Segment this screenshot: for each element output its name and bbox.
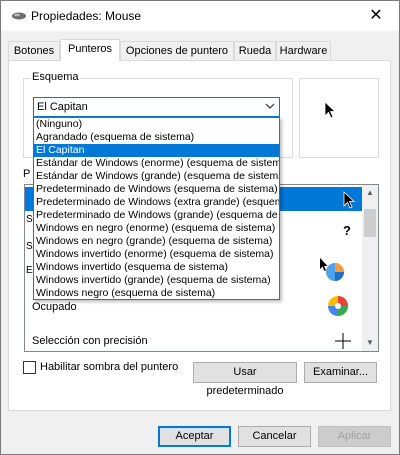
scheme-option[interactable]: Estándar de Windows (grande) (esquema de… [34, 170, 279, 183]
arrow-cursor-icon [343, 191, 356, 212]
scheme-dropdown-list[interactable]: (Ninguno) Agrandado (esquema de sistema)… [33, 117, 280, 300]
title-bar: Propiedades: Mouse ✕ [1, 1, 399, 31]
list-item-label: Ocupado [32, 301, 77, 313]
scheme-option[interactable]: Agrandado (esquema de sistema) [34, 131, 279, 144]
cursor-preview [299, 78, 379, 158]
scheme-option[interactable]: (Ninguno) [34, 118, 279, 131]
busy-cursor-icon [327, 295, 349, 320]
tab-wheel[interactable]: Rueda [234, 41, 276, 60]
scheme-option[interactable]: Predeterminado de Windows (grande) (esqu… [34, 209, 279, 222]
list-item-label: Selección con precisión [32, 335, 148, 347]
tab-label: Rueda [238, 45, 272, 57]
tab-label: Hardware [279, 45, 328, 57]
shadow-checkbox-label: Habilitar sombra del puntero [40, 361, 179, 373]
scroll-thumb[interactable] [364, 209, 376, 237]
browse-button[interactable]: Examinar... [304, 362, 377, 383]
partial-row-letter: S [26, 241, 33, 252]
tab-hardware[interactable]: Hardware [276, 41, 331, 60]
mouse-properties-window: Propiedades: Mouse ✕ Botones Punteros Op… [0, 0, 400, 455]
scheme-option[interactable]: Predeterminado de Windows (esquema de si… [34, 183, 279, 196]
scheme-option[interactable]: Windows en negro (grande) (esquema de si… [34, 235, 279, 248]
tab-pointers[interactable]: Punteros [60, 39, 120, 61]
scheme-option[interactable]: Windows en negro (enorme) (esquema de si… [34, 222, 279, 235]
use-default-button[interactable]: Usar predeterminado [193, 362, 297, 397]
scheme-option[interactable]: Estándar de Windows (enorme) (esquema de… [34, 157, 279, 170]
scroll-up-icon[interactable]: ▲ [362, 185, 378, 201]
shadow-checkbox[interactable] [23, 361, 36, 374]
help-cursor-icon: ? [343, 223, 351, 238]
customize-label: P [23, 168, 31, 180]
scheme-option[interactable]: Windows invertido (esquema de sistema) [34, 261, 279, 274]
scheme-group-label: Esquema [30, 71, 81, 83]
scheme-option[interactable]: Windows invertido (grande) (esquema de s… [34, 274, 279, 287]
scroll-down-icon[interactable]: ▼ [362, 335, 378, 351]
arrow-cursor-icon [324, 101, 337, 122]
scheme-option-selected[interactable]: El Capitan [34, 144, 279, 157]
scheme-option[interactable]: Predeterminado de Windows (extra grande)… [34, 196, 279, 209]
tab-label: Punteros [67, 43, 113, 55]
accept-button[interactable]: Aceptar [158, 426, 231, 447]
scheme-option[interactable]: Windows invertido (enorme) (esquema de s… [34, 248, 279, 261]
mouse-icon [11, 11, 27, 24]
scheme-option[interactable]: Windows negro (esquema de sistema) [34, 287, 279, 299]
tab-label: Opciones de puntero [125, 45, 229, 57]
partial-row-letter: S [26, 214, 33, 225]
apply-button[interactable]: Aplicar [318, 426, 391, 447]
tab-buttons[interactable]: Botones [8, 41, 60, 60]
scheme-select-value: El Capitan [37, 101, 88, 113]
list-item-precision-select[interactable]: Selección con precisión [25, 329, 365, 351]
tab-label: Botones [13, 45, 55, 57]
partial-row-letter: E [26, 265, 33, 276]
cancel-button[interactable]: Cancelar [238, 426, 311, 447]
vertical-scrollbar[interactable]: ▲ ▼ [362, 185, 378, 351]
working-arrow-cursor-icon [319, 257, 347, 286]
tab-pointer-options[interactable]: Opciones de puntero [120, 41, 234, 60]
window-title: Propiedades: Mouse [31, 9, 142, 23]
close-button[interactable]: ✕ [353, 1, 399, 31]
scheme-select[interactable]: El Capitan [33, 97, 280, 117]
crosshair-cursor-icon [335, 333, 351, 351]
chevron-down-icon [265, 99, 275, 116]
